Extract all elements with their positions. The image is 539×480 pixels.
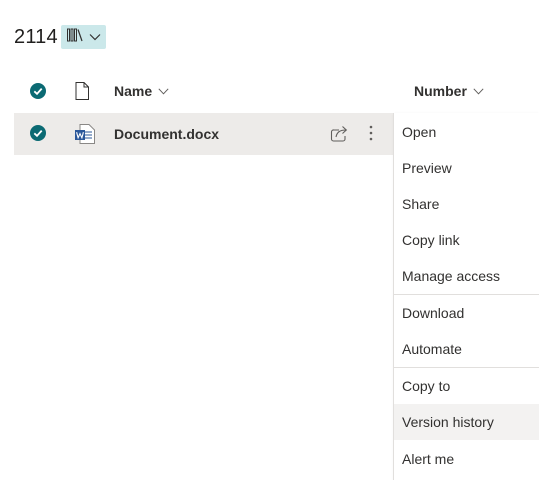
menu-item-automate[interactable]: Automate <box>394 331 539 367</box>
checkmark-circle-icon <box>30 83 46 99</box>
more-actions-icon[interactable] <box>368 124 374 147</box>
word-doc-icon <box>75 124 95 149</box>
menu-item-copy-link[interactable]: Copy link <box>394 222 539 258</box>
view-switcher-button[interactable] <box>61 25 106 49</box>
column-header-row: Name Number <box>14 72 539 110</box>
share-icon[interactable] <box>330 125 348 147</box>
library-icon <box>66 28 83 47</box>
chevron-down-icon <box>89 28 101 46</box>
name-column-header[interactable]: Name <box>114 83 169 99</box>
chevron-down-icon <box>473 87 484 95</box>
file-name-link[interactable]: Document.docx <box>114 126 219 142</box>
row-select-checkbox[interactable] <box>30 125 46 146</box>
menu-item-download[interactable]: Download <box>394 295 539 331</box>
chevron-down-icon <box>158 87 169 95</box>
menu-item-preview[interactable]: Preview <box>394 150 539 186</box>
document-icon <box>75 82 89 100</box>
number-column-label: Number <box>414 83 467 99</box>
file-type-column-header[interactable] <box>75 82 89 105</box>
select-all-checkbox[interactable] <box>30 83 46 104</box>
menu-item-version-history[interactable]: Version history <box>394 404 539 440</box>
menu-item-manage-access[interactable]: Manage access <box>394 258 539 294</box>
menu-item-share[interactable]: Share <box>394 186 539 222</box>
checkmark-circle-icon <box>30 125 46 141</box>
name-column-label: Name <box>114 83 153 99</box>
document-library-page: 2114 Name Number Document.docx Open Prev… <box>0 0 539 480</box>
menu-item-alert-me[interactable]: Alert me <box>394 441 539 477</box>
number-column-header[interactable]: Number <box>414 83 484 99</box>
context-menu: Open Preview Share Copy link Manage acce… <box>394 113 539 480</box>
menu-item-open[interactable]: Open <box>394 114 539 150</box>
library-title: 2114 <box>14 26 58 48</box>
menu-item-copy-to[interactable]: Copy to <box>394 368 539 404</box>
